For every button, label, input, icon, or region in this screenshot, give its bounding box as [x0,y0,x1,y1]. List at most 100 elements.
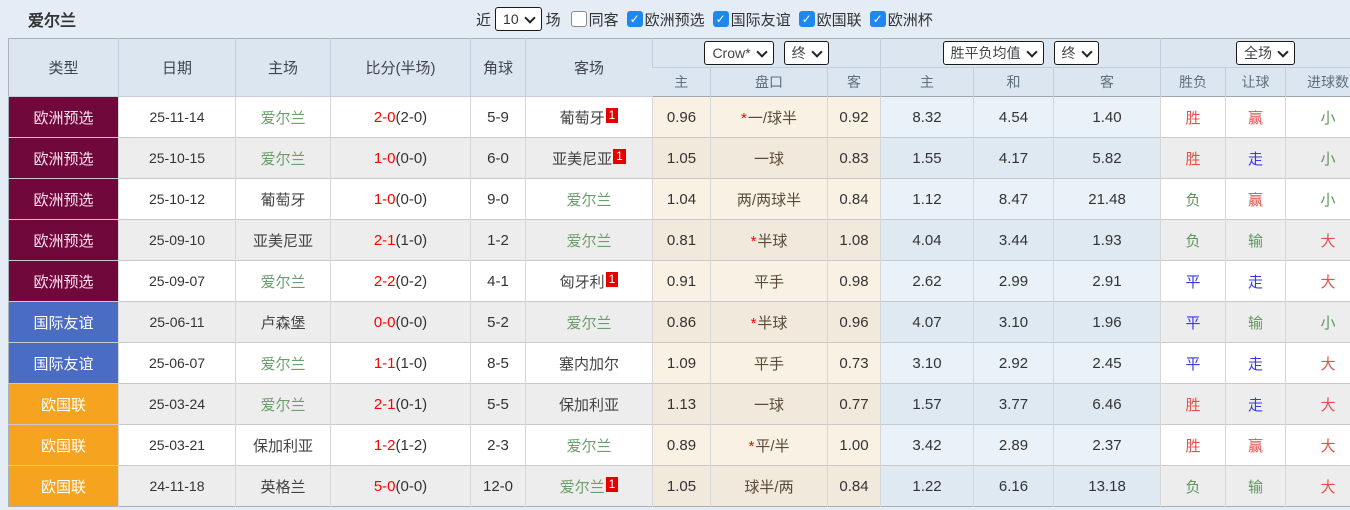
odds-company-select[interactable]: Crow* [704,41,774,65]
handicap-star: * [740,109,747,127]
handicap-text: 一球 [753,396,784,414]
filter-label: 同客 [588,11,619,29]
odds-company-header: Crow* 终 [651,38,881,68]
table-row: 欧洲预选 25-09-07 爱尔兰 2-2(0-2) 4-1 匈牙利 1 0.91… [8,260,1350,302]
avg-type-select[interactable]: 胜平负均值 [942,41,1044,65]
checkbox-icon[interactable]: ✓ [869,11,886,27]
cell-away-team: 爱尔兰 [525,424,653,466]
cell-avg-away: 1.40 [1053,96,1161,138]
cell-match-type: 国际友谊 [8,342,119,384]
cell-avg-home: 2.62 [880,260,974,302]
cell-avg-away: 5.82 [1053,137,1161,179]
half-time-score: (1-0) [395,231,428,249]
col-home: 主场 [235,38,331,97]
cell-goals-result: 大 [1285,219,1350,261]
cell-handicap: *一/球半 [710,96,828,138]
cell-result: 负 [1160,465,1226,507]
cell-result: 胜 [1160,137,1226,179]
cell-avg-draw: 2.89 [973,424,1054,466]
checkbox-icon[interactable]: ✓ [798,11,815,27]
cell-date: 25-11-14 [118,96,236,138]
cell-score: 5-0(0-0) [330,465,471,507]
cell-date: 25-10-15 [118,137,236,179]
cell-handicap: 一球 [710,137,828,179]
cell-corners: 5-2 [470,301,526,343]
full-time-score: 1-2 [373,436,396,454]
subcol-goals: 进球数 [1285,67,1350,97]
filter-checkbox-item[interactable]: 同客 [570,9,619,30]
cell-odds-home: 1.09 [652,342,711,384]
cell-avg-away: 6.46 [1053,383,1161,425]
odds-period-select[interactable]: 终 [783,41,829,65]
cell-match-type: 欧洲预选 [8,219,119,261]
cell-odds-home: 0.91 [652,260,711,302]
table-row: 欧洲预选 25-10-12 葡萄牙 1-0(0-0) 9-0 爱尔兰 1.04 … [8,178,1350,220]
cell-result: 胜 [1160,424,1226,466]
cell-avg-draw: 2.99 [973,260,1054,302]
cell-result: 负 [1160,178,1226,220]
cell-score: 2-2(0-2) [330,260,471,302]
cell-away-team: 保加利亚 [525,383,653,425]
handicap-star: * [750,314,757,332]
table-row: 欧国联 25-03-24 爱尔兰 2-1(0-1) 5-5 保加利亚 1.13 … [8,383,1350,425]
result-scope-header: 全场 [1160,38,1350,68]
home-team-name: 葡萄牙 [260,191,306,209]
cell-match-type: 欧国联 [8,383,119,425]
cell-home-team: 爱尔兰 [235,96,331,138]
scope-select[interactable]: 全场 [1236,41,1296,65]
cell-corners: 4-1 [470,260,526,302]
away-team-name: 爱尔兰 [559,478,605,496]
cell-odds-home: 0.81 [652,219,711,261]
cell-match-type: 欧洲预选 [8,260,119,302]
cell-score: 1-2(1-2) [330,424,471,466]
recent-count-select[interactable]: 10 [495,7,542,31]
table-row: 欧洲预选 25-10-15 爱尔兰 1-0(0-0) 6-0 亚美尼亚 1 1.0… [8,137,1350,179]
rank-badge: 1 [605,271,619,287]
cell-odds-home: 0.96 [652,96,711,138]
cell-avg-home: 1.22 [880,465,974,507]
filter-checkbox-item[interactable]: ✓ 欧洲预选 [626,9,705,30]
half-time-score: (2-0) [395,108,428,126]
cell-corners: 12-0 [470,465,526,507]
cell-odds-home: 1.04 [652,178,711,220]
subcol-avg-draw: 和 [973,67,1054,97]
handicap-star: * [750,232,757,250]
subcol-handicap-result: 让球 [1225,67,1286,97]
col-away: 客场 [525,38,653,97]
cell-avg-draw: 3.44 [973,219,1054,261]
full-time-score: 5-0 [373,477,396,495]
full-time-score: 2-2 [373,272,396,290]
filter-checkbox-item[interactable]: ✓ 国际友谊 [712,9,791,30]
handicap-star: * [748,437,755,455]
cell-home-team: 亚美尼亚 [235,219,331,261]
half-time-score: (0-0) [395,477,428,495]
away-team-name: 爱尔兰 [566,437,612,455]
cell-corners: 6-0 [470,137,526,179]
checkbox-icon[interactable]: ✓ [712,11,729,27]
cell-corners: 2-3 [470,424,526,466]
cell-handicap: *平/半 [710,424,828,466]
cell-avg-draw: 8.47 [973,178,1054,220]
col-score: 比分(半场) [330,38,471,97]
cell-corners: 8-5 [470,342,526,384]
cell-date: 24-11-18 [118,465,236,507]
cell-odds-away: 0.84 [826,178,881,220]
half-time-score: (0-0) [395,190,428,208]
cell-handicap: 平手 [710,260,828,302]
cell-match-type: 欧洲预选 [8,137,119,179]
cell-odds-away: 0.83 [826,137,881,179]
avg-period-select[interactable]: 终 [1053,41,1099,65]
home-team-name: 爱尔兰 [260,396,306,414]
filter-checkbox-item[interactable]: ✓ 欧洲杯 [869,9,933,30]
cell-avg-away: 2.91 [1053,260,1161,302]
cell-odds-home: 0.89 [652,424,711,466]
cell-handicap-result: 走 [1225,137,1286,179]
cell-match-type: 欧国联 [8,465,119,507]
table-row: 国际友谊 25-06-07 爱尔兰 1-1(1-0) 8-5 塞内加尔 1.09… [8,342,1350,384]
filter-checkbox-item[interactable]: ✓ 欧国联 [798,9,862,30]
col-corner: 角球 [470,38,526,97]
cell-handicap-result: 输 [1225,465,1286,507]
checkbox-icon[interactable] [570,11,587,27]
cell-home-team: 葡萄牙 [235,178,331,220]
checkbox-icon[interactable]: ✓ [626,11,643,27]
